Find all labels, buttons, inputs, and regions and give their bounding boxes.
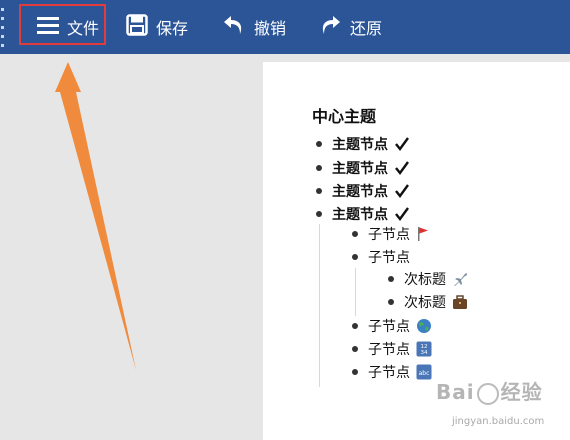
child-node-label: 子节点 <box>368 250 410 266</box>
child-node-label: 子节点 <box>368 319 410 335</box>
branch-guide <box>355 268 356 316</box>
subtitle-node[interactable]: 次标题 <box>388 269 469 289</box>
bullet <box>316 141 322 147</box>
abc-icon: abc <box>416 364 432 380</box>
bullet <box>316 188 322 194</box>
topic-node-label: 主题节点 <box>332 137 388 153</box>
check-icon <box>394 160 410 176</box>
child-node[interactable]: 子节点 <box>352 316 432 336</box>
topic-node[interactable]: 主题节点 <box>316 204 410 224</box>
watermark-logo: Bai 经验 <box>436 376 543 405</box>
watermark-brand-suffix: 经验 <box>500 380 543 404</box>
topic-node[interactable]: 主题节点 <box>316 134 410 154</box>
numbers-1234-icon: 12 34 <box>416 341 432 357</box>
bullet <box>352 346 358 352</box>
child-node-label: 子节点 <box>368 342 410 358</box>
bullet <box>388 276 394 282</box>
watermark-url: jingyan.baidu.com <box>452 416 545 427</box>
bullet <box>352 369 358 375</box>
subtitle-node-label: 次标题 <box>404 272 446 288</box>
svg-text:abc: abc <box>419 370 430 377</box>
check-icon <box>394 183 410 199</box>
child-node[interactable]: 子节点 abc <box>352 362 432 382</box>
child-node[interactable]: 子节点 <box>352 247 410 267</box>
bullet <box>352 231 358 237</box>
child-node-label: 子节点 <box>368 227 410 243</box>
bullet <box>388 299 394 305</box>
check-icon <box>394 136 410 152</box>
airplane-icon <box>452 271 469 288</box>
bullet <box>352 254 358 260</box>
child-node-label: 子节点 <box>368 365 410 381</box>
check-icon <box>394 206 410 222</box>
topic-node-label: 主题节点 <box>332 207 388 223</box>
paw-icon <box>476 382 499 405</box>
topic-node-label: 主题节点 <box>332 184 388 200</box>
topic-node-label: 主题节点 <box>332 161 388 177</box>
globe-icon <box>416 318 432 334</box>
topic-node[interactable]: 主题节点 <box>316 181 410 201</box>
briefcase-icon <box>452 294 468 310</box>
subtitle-node-label: 次标题 <box>404 295 446 311</box>
bullet <box>352 323 358 329</box>
bullet <box>316 165 322 171</box>
subtitle-node[interactable]: 次标题 <box>388 292 468 312</box>
central-topic[interactable]: 中心主题 <box>312 103 376 127</box>
topic-node[interactable]: 主题节点 <box>316 158 410 178</box>
branch-guide <box>319 224 320 387</box>
svg-text:34: 34 <box>421 350 428 356</box>
red-flag-icon <box>416 226 430 242</box>
watermark-brand: Bai <box>436 380 475 404</box>
child-node[interactable]: 子节点 <box>352 224 430 244</box>
bullet <box>316 211 322 217</box>
child-node[interactable]: 子节点 12 34 <box>352 339 432 359</box>
